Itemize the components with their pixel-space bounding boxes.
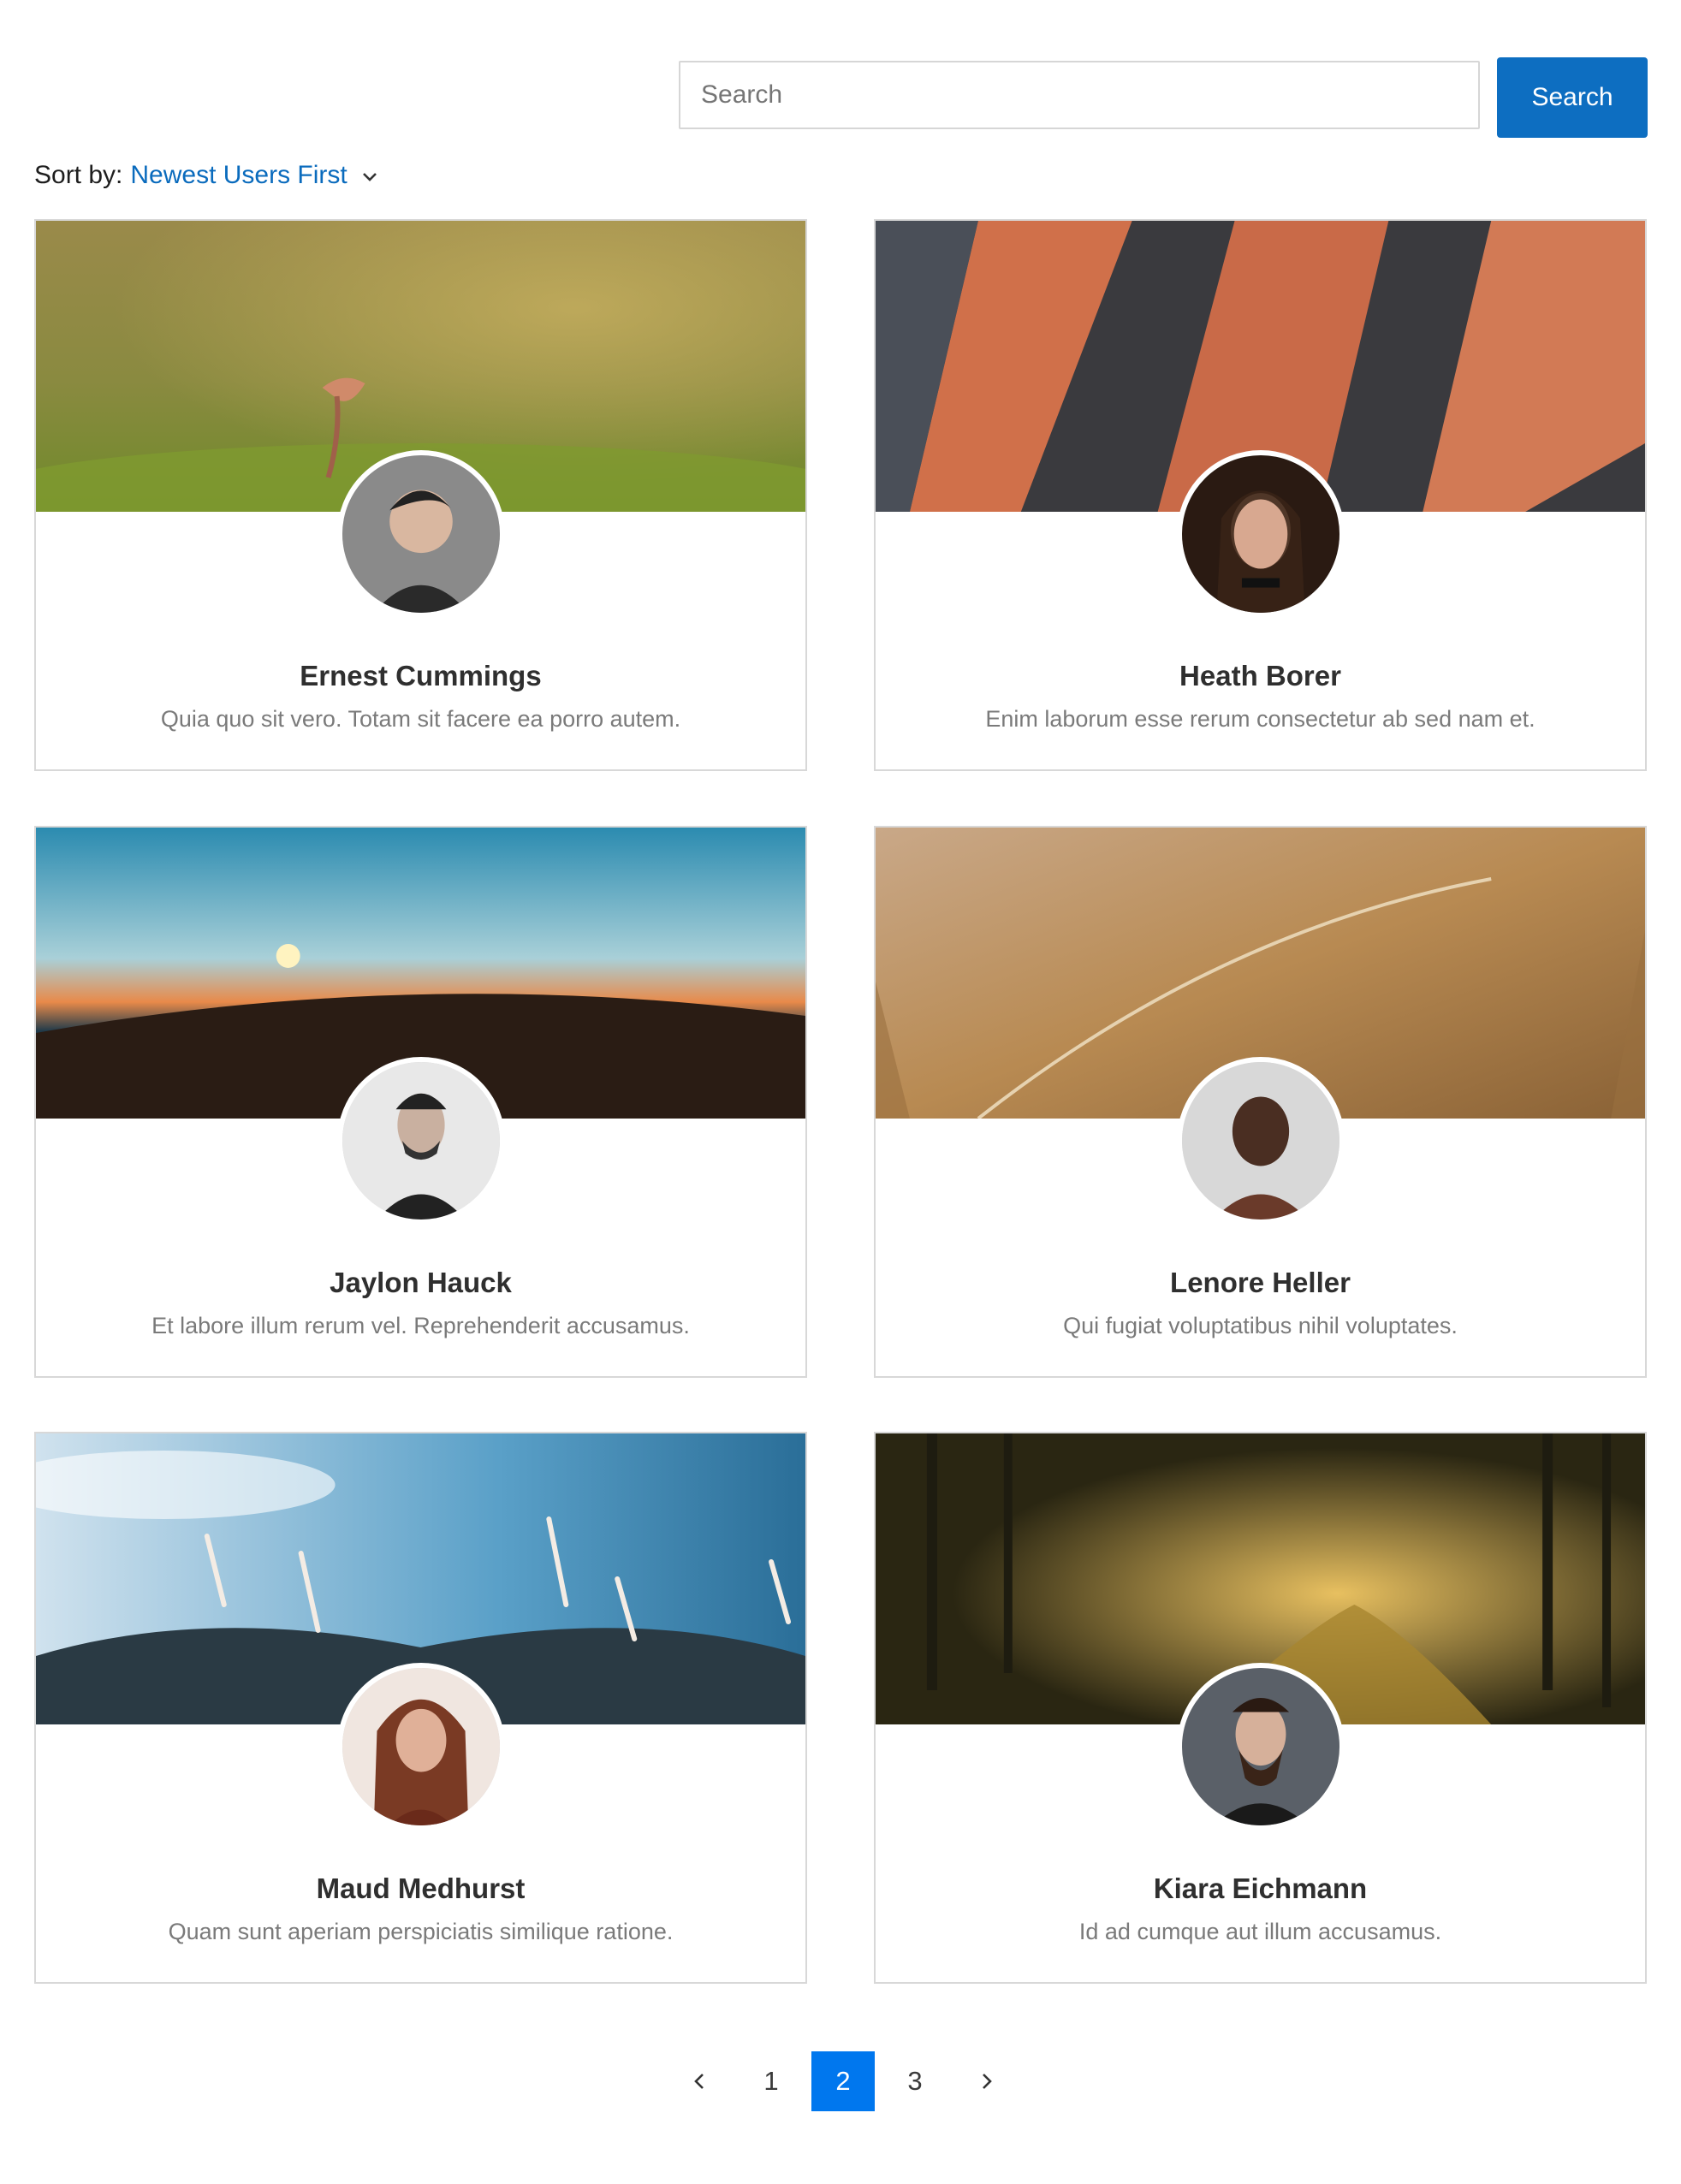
page-1-button[interactable]: 1	[740, 2051, 803, 2111]
avatar	[336, 1057, 505, 1225]
user-card[interactable]: Lenore Heller Qui fugiat voluptatibus ni…	[874, 826, 1647, 1378]
search-button[interactable]: Search	[1497, 57, 1648, 138]
user-description: Qui fugiat voluptatibus nihil voluptates…	[1063, 1313, 1458, 1338]
avatar	[1176, 1663, 1345, 1831]
page-2-button[interactable]: 2	[811, 2051, 875, 2111]
user-name: Heath Borer	[1179, 660, 1341, 691]
sort-value[interactable]: Newest Users First	[130, 161, 347, 190]
user-description: Et labore illum rerum vel. Reprehenderit…	[151, 1313, 690, 1338]
user-description: Quia quo sit vero. Totam sit facere ea p…	[160, 706, 681, 732]
user-description: Quam sunt aperiam perspiciatis similique…	[168, 1919, 674, 1944]
pagination: 1 2 3	[668, 2051, 1027, 2111]
sort-label: Sort by:	[34, 161, 123, 189]
chevron-right-icon[interactable]	[955, 2051, 1019, 2111]
user-description: Id ad cumque aut illum accusamus.	[1078, 1919, 1442, 1944]
avatar	[1176, 1057, 1345, 1225]
user-card[interactable]: Kiara Eichmann Id ad cumque aut illum ac…	[874, 1432, 1647, 1984]
user-name: Kiara Eichmann	[1153, 1872, 1368, 1904]
avatar	[336, 1663, 505, 1831]
user-name: Maud Medhurst	[316, 1872, 526, 1904]
user-card[interactable]: Ernest Cummings Quia quo sit vero. Totam…	[34, 219, 807, 771]
chevron-down-icon[interactable]	[361, 161, 378, 190]
avatar	[336, 450, 505, 618]
user-name: Jaylon Hauck	[330, 1267, 512, 1298]
user-card[interactable]: Heath Borer Enim laborum esse rerum cons…	[874, 219, 1647, 771]
page-3-button[interactable]: 3	[883, 2051, 947, 2111]
search-input[interactable]	[679, 61, 1480, 129]
avatar	[1176, 450, 1345, 618]
chevron-left-icon[interactable]	[668, 2051, 731, 2111]
user-description: Enim laborum esse rerum consectetur ab s…	[985, 706, 1535, 732]
user-name: Ernest Cummings	[300, 660, 542, 691]
user-name: Lenore Heller	[1170, 1267, 1351, 1298]
user-card[interactable]: Maud Medhurst Quam sunt aperiam perspici…	[34, 1432, 807, 1984]
sort-dropdown[interactable]: Sort by: Newest Users First	[34, 161, 378, 190]
user-card[interactable]: Jaylon Hauck Et labore illum rerum vel. …	[34, 826, 807, 1378]
